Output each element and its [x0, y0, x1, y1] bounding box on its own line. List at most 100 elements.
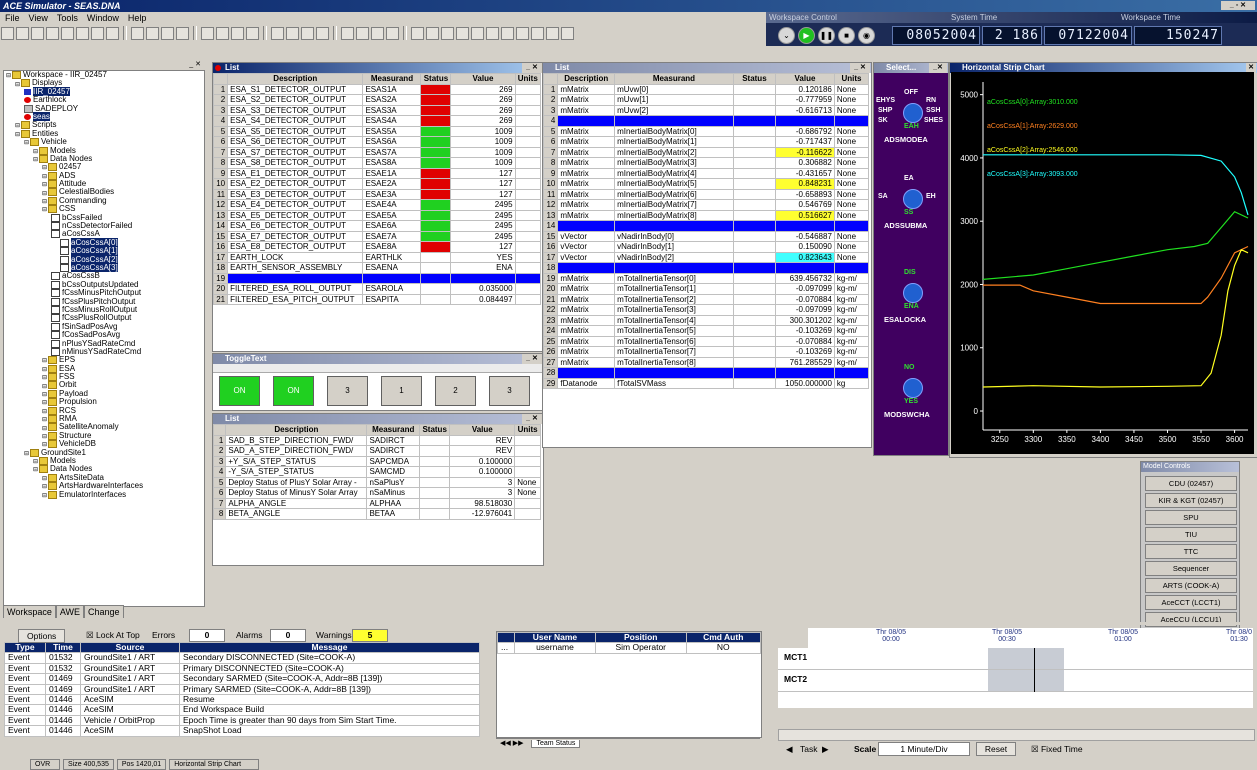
toggle-button[interactable]: ON [219, 376, 260, 406]
table-row[interactable]: 23 mMatrix mTotalInertiaTensor[4] 300.30120… [542, 314, 870, 326]
task-next-icon[interactable]: ▶ [822, 744, 829, 755]
expand-toggle-icon[interactable]: ⊟ [42, 417, 47, 423]
column-header[interactable]: Message [179, 641, 480, 654]
expand-toggle-icon[interactable]: ⊟ [15, 132, 20, 138]
table-row[interactable]: 12 ESA_E4_DETECTOR_OUTPUT ESAE4A 2495 [212, 199, 542, 211]
toolbar-b-icon[interactable] [286, 27, 299, 40]
column-header[interactable]: Units [514, 424, 541, 436]
tree-item[interactable]: nMinusYSadRateCmd [4, 347, 204, 356]
table-row[interactable]: 7 mMatrix mInertialBodyMatrix[2] -0.116622 N… [542, 146, 870, 158]
table-row[interactable]: 1 mMatrix mUvw[0] 0.120186 None [542, 83, 870, 95]
tab-workspace[interactable]: Workspace [3, 605, 56, 618]
toolbar-print-icon[interactable] [46, 27, 59, 40]
table-row[interactable]: 11 ESA_E3_DETECTOR_OUTPUT ESAE3A 127 [212, 188, 542, 200]
toolbar-h-icon[interactable] [386, 27, 399, 40]
tree-item[interactable]: ⊟ Propulsion [4, 398, 204, 407]
table-row[interactable]: 14 ESA_E6_DETECTOR_OUTPUT ESAE6A 2495 [212, 220, 542, 232]
timeline-row[interactable]: MCT2 [778, 670, 1253, 692]
tree-item[interactable]: ⊟ SatelliteAnomaly [4, 423, 204, 432]
table-row[interactable]: 17 EARTH_LOCK EARTHLK YES [212, 251, 542, 263]
table-row[interactable]: 6 Deploy Status of MinusY Solar Array nSaM… [212, 487, 541, 499]
model-control-button[interactable]: AceCCT (LCCT1) [1145, 595, 1237, 610]
table-row[interactable]: 16 ESA_E8_DETECTOR_OUTPUT ESAE8A 127 [212, 241, 542, 253]
toolbar-l-icon[interactable] [456, 27, 469, 40]
table-row[interactable]: 4 [542, 115, 870, 127]
toggle-button[interactable]: 2 [435, 376, 476, 406]
menu-window[interactable]: Window [87, 13, 119, 23]
tree-item[interactable]: ⊟ Data Nodes [4, 465, 204, 474]
play-icon[interactable]: ▶ [798, 27, 815, 44]
expand-toggle-icon[interactable]: ⊟ [42, 358, 47, 364]
table-row[interactable]: 22 mMatrix mTotalInertiaTensor[3] -0.097099… [542, 304, 870, 316]
table-row[interactable]: 4 ESA_S4_DETECTOR_OUTPUT ESAS4A 269 [212, 115, 542, 127]
expand-toggle-icon[interactable]: ⊟ [24, 140, 29, 146]
table-row[interactable]: 5 mMatrix mInertialBodyMatrix[0] -0.686792 N… [542, 125, 870, 137]
toolbar-m-icon[interactable] [471, 27, 484, 40]
tab-change[interactable]: Change [84, 605, 124, 618]
table-row[interactable]: 2 mMatrix mUvw[1] -0.777959 None [542, 94, 870, 106]
list-1-close-icon[interactable]: _ ✕ [522, 63, 542, 73]
toolbar-chart-icon[interactable] [201, 27, 214, 40]
event-row[interactable]: Event 01532 GroundSite1 / ART Primary DISCO… [4, 662, 480, 675]
table-row[interactable]: 25 mMatrix mTotalInertiaTensor[6] -0.070884… [542, 335, 870, 347]
column-header[interactable]: Type [4, 641, 46, 654]
table-row[interactable]: 19 [212, 272, 542, 284]
expand-toggle-icon[interactable]: ⊟ [42, 367, 47, 373]
expand-toggle-icon[interactable]: ⊟ [33, 459, 38, 465]
table-row[interactable]: 7 ALPHA_ANGLE ALPHAA 98.518030 [212, 497, 541, 509]
column-header[interactable]: Units [514, 73, 542, 85]
toolbar-redo-icon[interactable] [161, 27, 174, 40]
expand-toggle-icon[interactable]: ⊟ [42, 392, 47, 398]
expand-toggle-icon[interactable]: ⊟ [15, 82, 20, 88]
tree-item[interactable]: ⊟ 02457 [4, 163, 204, 172]
model-control-button[interactable]: Sequencer [1145, 561, 1237, 576]
expand-toggle-icon[interactable]: ⊟ [42, 476, 47, 482]
event-row[interactable]: Event 01469 GroundSite1 / ART Primary SARME… [4, 683, 480, 696]
rotary-switch-knob[interactable] [903, 283, 923, 303]
table-row[interactable]: 5 ESA_S5_DETECTOR_OUTPUT ESAS5A 1009 [212, 125, 542, 137]
toolbar-new-icon[interactable] [1, 27, 14, 40]
table-row[interactable]: 26 mMatrix mTotalInertiaTensor[7] -0.103269… [542, 346, 870, 358]
expand-toggle-icon[interactable]: ⊟ [42, 182, 47, 188]
expand-toggle-icon[interactable]: ⊟ [6, 73, 11, 79]
rotary-switch-knob[interactable] [903, 189, 923, 209]
expand-toggle-icon[interactable]: ⊟ [42, 384, 47, 390]
column-header[interactable]: Measurand [614, 73, 734, 85]
tree-item[interactable]: ⊟ Data Nodes [4, 154, 204, 163]
toolbar-j-icon[interactable] [426, 27, 439, 40]
expand-toggle-icon[interactable]: ⊟ [42, 426, 47, 432]
expand-toggle-icon[interactable]: ⊟ [33, 157, 38, 163]
table-row[interactable]: 9 mMatrix mInertialBodyMatrix[4] -0.431657 N… [542, 167, 870, 179]
expand-toggle-icon[interactable]: ⊟ [42, 409, 47, 415]
tree-item[interactable]: ⊟ Entities [4, 129, 204, 138]
model-control-button[interactable]: KIR & KGT (02457) [1145, 493, 1237, 508]
table-row[interactable]: 27 mMatrix mTotalInertiaTensor[8] 761.28552… [542, 356, 870, 368]
tree-item[interactable]: ⊟ GroundSite1 [4, 448, 204, 457]
list-2-close-icon[interactable]: _ ✕ [522, 414, 542, 424]
toolbar-undo-icon[interactable] [146, 27, 159, 40]
column-header[interactable]: Status [732, 73, 777, 85]
tab-awe[interactable]: AWE [55, 605, 85, 618]
table-row[interactable]: 28 [542, 367, 870, 379]
table-row[interactable]: 17 vVector vNadirInBody[2] 0.823643 None [542, 251, 870, 263]
table-row[interactable]: 6 ESA_S6_DETECTOR_OUTPUT ESAS6A 1009 [212, 136, 542, 148]
toolbar-n-icon[interactable] [486, 27, 499, 40]
table-row[interactable]: 14 [542, 220, 870, 232]
table-row[interactable]: 8 ESA_S8_DETECTOR_OUTPUT ESAS8A 1009 [212, 157, 542, 169]
toggle-text-close-icon[interactable]: _ ✕ [522, 354, 542, 364]
toolbar-layout-icon[interactable] [216, 27, 229, 40]
table-row[interactable]: 20 FILTERED_ESA_ROLL_OUTPUT ESAROLA 0.03500… [212, 283, 542, 295]
toolbar-k-icon[interactable] [441, 27, 454, 40]
table-row[interactable]: 24 mMatrix mTotalInertiaTensor[5] -0.103269… [542, 325, 870, 337]
tree-item[interactable]: ⊟ Models [4, 456, 204, 465]
toggle-button[interactable]: 1 [381, 376, 422, 406]
menu-tools[interactable]: Tools [57, 13, 78, 23]
expand-toggle-icon[interactable]: ⊟ [33, 149, 38, 155]
table-row[interactable]: 19 mMatrix mTotalInertiaTensor[0] 639.45673… [542, 272, 870, 284]
tab-nav-icon[interactable]: ◀◀ ▶▶ [500, 740, 523, 747]
event-row[interactable]: Event 01532 GroundSite1 / ART Secondary DIS… [4, 652, 480, 664]
menu-file[interactable]: File [5, 13, 20, 23]
window-controls[interactable]: _ ▫ ✕ [1221, 1, 1255, 10]
toolbar-c-icon[interactable] [301, 27, 314, 40]
table-row[interactable]: 2 SAD_A_STEP_DIRECTION_FWD/SADIRCT REV [212, 445, 541, 457]
